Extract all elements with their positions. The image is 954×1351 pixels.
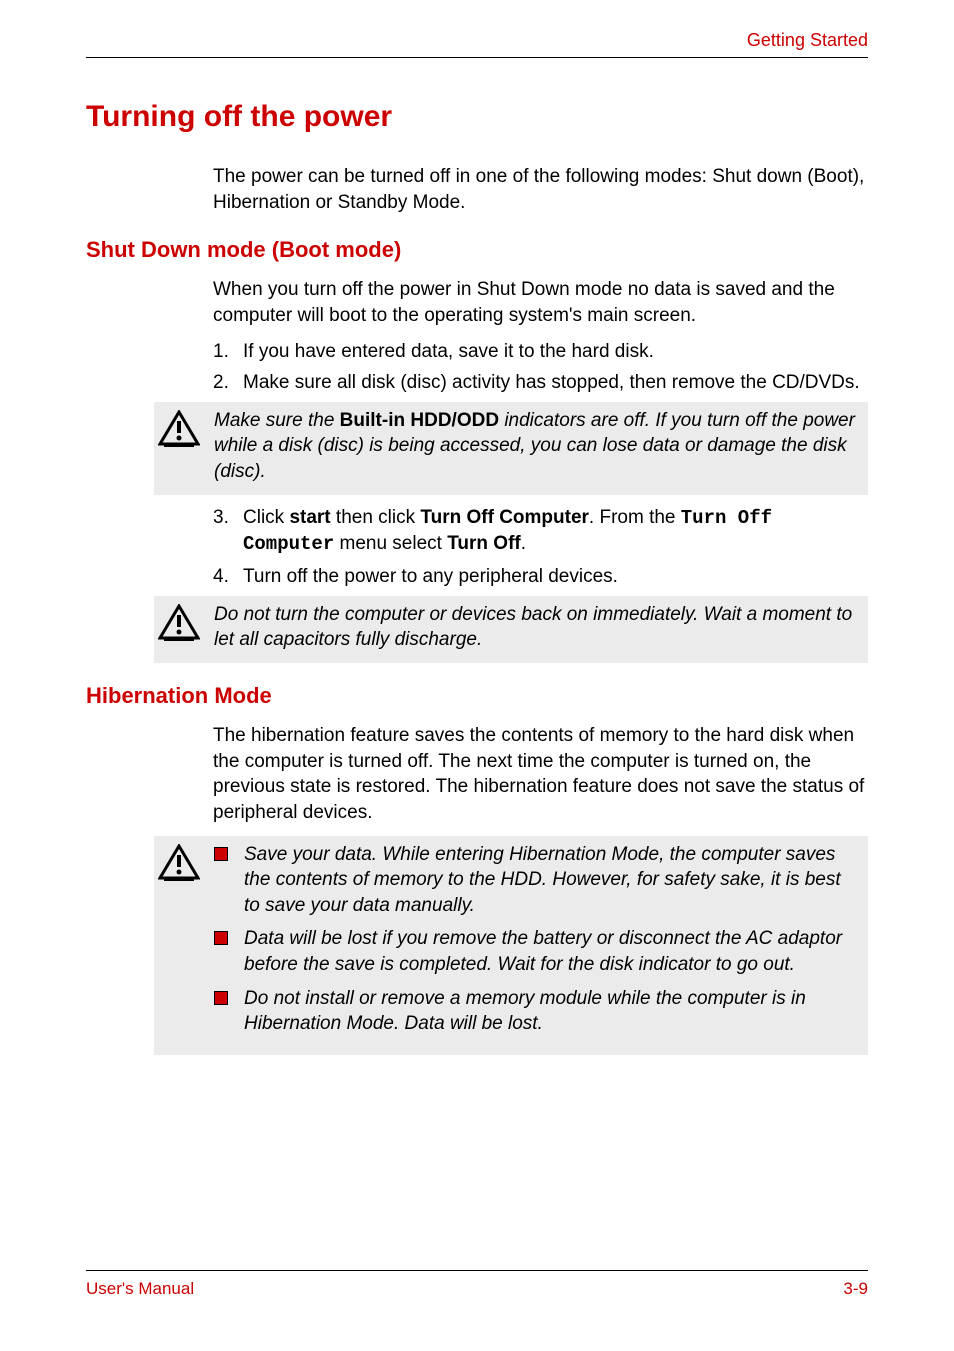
text-part: . xyxy=(521,533,526,554)
page-header: Getting Started xyxy=(86,30,868,58)
shut-down-list-2: 3. Click start then click Turn Off Compu… xyxy=(213,505,868,590)
text-part: Click xyxy=(243,507,289,528)
caution-text: Do not turn the computer or devices back… xyxy=(204,602,858,653)
list-text: Make sure all disk (disc) activity has s… xyxy=(243,370,860,396)
caution-list: Save your data. While entering Hibernati… xyxy=(204,842,858,1045)
list-item: 2. Make sure all disk (disc) activity ha… xyxy=(213,370,868,396)
list-number: 2. xyxy=(213,370,243,396)
text-part: then click xyxy=(331,507,421,528)
text-part: menu select xyxy=(334,533,447,554)
text-part: . From the xyxy=(589,507,681,528)
caution-list-item: Data will be lost if you remove the batt… xyxy=(214,926,858,977)
list-number: 1. xyxy=(213,339,243,365)
caution-callout: Save your data. While entering Hibernati… xyxy=(154,836,868,1055)
callout-bold: Built-in HDD/ODD xyxy=(340,410,499,431)
hibernation-heading: Hibernation Mode xyxy=(86,683,868,709)
hibernation-paragraph: The hibernation feature saves the conten… xyxy=(213,723,868,826)
header-section-name: Getting Started xyxy=(747,30,868,50)
list-number: 4. xyxy=(213,564,243,590)
caution-list-item: Do not install or remove a memory module… xyxy=(214,986,858,1037)
page-footer: User's Manual 3-9 xyxy=(86,1270,868,1299)
caution-item-text: Do not install or remove a memory module… xyxy=(244,986,858,1037)
bullet-icon xyxy=(214,991,228,1005)
text-bold: start xyxy=(289,507,330,528)
list-number: 3. xyxy=(213,505,243,558)
caution-icon xyxy=(154,408,204,448)
text-bold: Turn Off xyxy=(447,533,521,554)
main-heading: Turning off the power xyxy=(86,100,868,134)
shut-down-heading: Shut Down mode (Boot mode) xyxy=(86,237,868,263)
footer-right: 3-9 xyxy=(843,1279,868,1299)
caution-callout: Make sure the Built-in HDD/ODD indicator… xyxy=(154,402,868,495)
shut-down-list-1: 1. If you have entered data, save it to … xyxy=(213,339,868,396)
bullet-icon xyxy=(214,931,228,945)
list-text: Click start then click Turn Off Computer… xyxy=(243,505,868,558)
intro-paragraph: The power can be turned off in one of th… xyxy=(213,164,868,215)
list-text: Turn off the power to any peripheral dev… xyxy=(243,564,618,590)
caution-item-text: Save your data. While entering Hibernati… xyxy=(244,842,858,919)
text-bold: Turn Off Computer xyxy=(420,507,589,528)
list-item: 1. If you have entered data, save it to … xyxy=(213,339,868,365)
caution-list-item: Save your data. While entering Hibernati… xyxy=(214,842,858,919)
list-text: If you have entered data, save it to the… xyxy=(243,339,654,365)
caution-icon xyxy=(154,842,204,882)
caution-icon xyxy=(154,602,204,642)
bullet-icon xyxy=(214,847,228,861)
caution-item-text: Data will be lost if you remove the batt… xyxy=(244,926,858,977)
shut-down-paragraph: When you turn off the power in Shut Down… xyxy=(213,277,868,328)
caution-text: Make sure the Built-in HDD/ODD indicator… xyxy=(204,408,858,485)
footer-left: User's Manual xyxy=(86,1279,194,1299)
list-item: 3. Click start then click Turn Off Compu… xyxy=(213,505,868,558)
list-item: 4. Turn off the power to any peripheral … xyxy=(213,564,868,590)
callout-pre: Make sure the xyxy=(214,410,340,431)
caution-callout: Do not turn the computer or devices back… xyxy=(154,596,868,663)
